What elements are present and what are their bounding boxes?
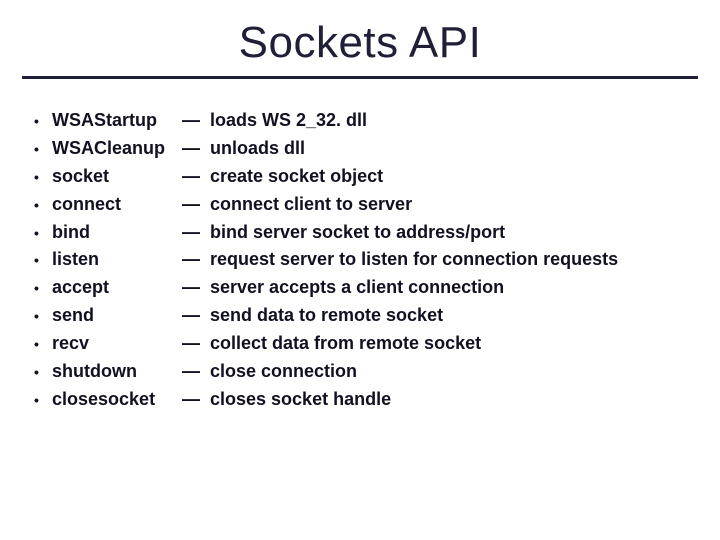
- bullet-icon: •: [34, 247, 52, 274]
- function-desc: loads WS 2_32. dll: [210, 107, 700, 135]
- list-item: • bind — bind server socket to address/p…: [34, 219, 700, 247]
- function-desc: bind server socket to address/port: [210, 219, 700, 247]
- dash-icon: —: [182, 135, 210, 163]
- dash-icon: —: [182, 246, 210, 274]
- dash-icon: —: [182, 219, 210, 247]
- dash-icon: —: [182, 302, 210, 330]
- dash-icon: —: [182, 358, 210, 386]
- function-desc: close connection: [210, 358, 700, 386]
- dash-icon: —: [182, 163, 210, 191]
- list-item: • connect — connect client to server: [34, 191, 700, 219]
- function-name: connect: [52, 191, 182, 219]
- function-name: WSACleanup: [52, 135, 182, 163]
- function-desc: server accepts a client connection: [210, 274, 700, 302]
- function-desc: unloads dll: [210, 135, 700, 163]
- list-item: • WSACleanup — unloads dll: [34, 135, 700, 163]
- list-item: • shutdown — close connection: [34, 358, 700, 386]
- bullet-icon: •: [34, 303, 52, 330]
- list-item: • closesocket — closes socket handle: [34, 386, 700, 414]
- function-desc: connect client to server: [210, 191, 700, 219]
- dash-icon: —: [182, 107, 210, 135]
- function-name: WSAStartup: [52, 107, 182, 135]
- bullet-icon: •: [34, 108, 52, 135]
- bullet-icon: •: [34, 220, 52, 247]
- slide-body: • WSAStartup — loads WS 2_32. dll • WSAC…: [0, 79, 720, 414]
- slide: Sockets API • WSAStartup — loads WS 2_32…: [0, 0, 720, 540]
- function-desc: collect data from remote socket: [210, 330, 700, 358]
- function-name: listen: [52, 246, 182, 274]
- list-item: • accept — server accepts a client conne…: [34, 274, 700, 302]
- function-name: send: [52, 302, 182, 330]
- function-name: recv: [52, 330, 182, 358]
- list-item: • socket — create socket object: [34, 163, 700, 191]
- slide-title: Sockets API: [239, 18, 482, 68]
- dash-icon: —: [182, 274, 210, 302]
- bullet-icon: •: [34, 387, 52, 414]
- function-desc: send data to remote socket: [210, 302, 700, 330]
- bullet-icon: •: [34, 136, 52, 163]
- function-name: bind: [52, 219, 182, 247]
- function-desc: closes socket handle: [210, 386, 700, 414]
- function-desc: request server to listen for connection …: [210, 246, 700, 274]
- dash-icon: —: [182, 191, 210, 219]
- bullet-icon: •: [34, 275, 52, 302]
- bullet-icon: •: [34, 192, 52, 219]
- list-item: • listen — request server to listen for …: [34, 246, 700, 274]
- dash-icon: —: [182, 330, 210, 358]
- bullet-icon: •: [34, 331, 52, 358]
- bullet-icon: •: [34, 359, 52, 386]
- function-name: accept: [52, 274, 182, 302]
- dash-icon: —: [182, 386, 210, 414]
- list-item: • recv — collect data from remote socket: [34, 330, 700, 358]
- bullet-icon: •: [34, 164, 52, 191]
- list-item: • WSAStartup — loads WS 2_32. dll: [34, 107, 700, 135]
- function-name: closesocket: [52, 386, 182, 414]
- function-name: shutdown: [52, 358, 182, 386]
- function-name: socket: [52, 163, 182, 191]
- title-wrap: Sockets API: [0, 0, 720, 68]
- function-desc: create socket object: [210, 163, 700, 191]
- list-item: • send — send data to remote socket: [34, 302, 700, 330]
